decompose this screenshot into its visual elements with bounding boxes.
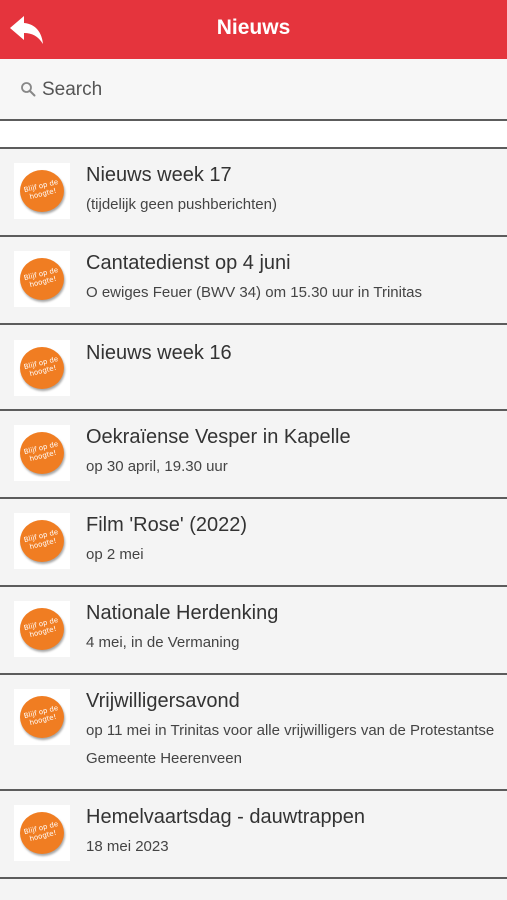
top-navigation-bar: Nieuws xyxy=(0,0,507,59)
badge-text: Blijf op de hoogte! xyxy=(23,178,59,202)
news-list-item[interactable]: Blijf op de hoogte! Nationale Herdenking 4… xyxy=(0,587,507,675)
blijf-op-de-hoogte-badge-icon: Blijf op de hoogte! xyxy=(20,696,64,738)
news-item-title: Hemelvaartsdag - dauwtrappen xyxy=(86,806,366,828)
news-item-subtitle: O ewiges Feuer (BWV 34) om 15.30 uur in … xyxy=(86,284,422,301)
news-list-item[interactable]: Blijf op de hoogte! Oekraïense Vesper in … xyxy=(0,411,507,499)
blijf-op-de-hoogte-badge-icon: Blijf op de hoogte! xyxy=(20,170,64,212)
badge-text: Blijf op de hoogte! xyxy=(23,704,59,728)
badge-text: Blijf op de hoogte! xyxy=(23,528,59,552)
news-list-item[interactable]: Blijf op de hoogte! Cantatedienst op 4 ju… xyxy=(0,237,507,325)
news-list: Blijf op de hoogte! Nieuws week 17 (tijdel… xyxy=(0,149,507,879)
news-item-subtitle: op 30 april, 19.30 uur xyxy=(86,458,228,475)
blijf-op-de-hoogte-badge-icon: Blijf op de hoogte! xyxy=(20,347,64,389)
page-title: Nieuws xyxy=(216,16,291,39)
list-header-spacer xyxy=(0,121,507,149)
news-thumbnail: Blijf op de hoogte! xyxy=(14,513,70,569)
badge-text: Blijf op de hoogte! xyxy=(23,440,59,464)
news-item-subtitle: op 2 mei xyxy=(86,546,144,563)
badge-text: Blijf op de hoogte! xyxy=(23,820,59,844)
blijf-op-de-hoogte-badge-icon: Blijf op de hoogte! xyxy=(20,608,64,650)
blijf-op-de-hoogte-badge-icon: Blijf op de hoogte! xyxy=(20,258,64,300)
badge-text: Blijf op de hoogte! xyxy=(23,266,59,290)
news-list-item[interactable]: Blijf op de hoogte! Film 'Rose' (2022) op … xyxy=(0,499,507,587)
news-item-title: Cantatedienst op 4 juni xyxy=(86,252,291,274)
news-item-title: Nieuws week 16 xyxy=(86,342,232,364)
news-item-title: Nationale Herdenking xyxy=(86,602,279,624)
news-item-subtitle: 18 mei 2023 xyxy=(86,838,169,855)
news-list-item[interactable]: Blijf op de hoogte! Hemelvaartsdag - dauw… xyxy=(0,791,507,879)
news-list-item[interactable]: Blijf op de hoogte! Nieuws week 17 (tijdel… xyxy=(0,149,507,237)
search-input[interactable] xyxy=(42,78,482,102)
news-thumbnail: Blijf op de hoogte! xyxy=(14,601,70,657)
news-thumbnail: Blijf op de hoogte! xyxy=(14,163,70,219)
badge-text: Blijf op de hoogte! xyxy=(23,355,59,379)
badge-text: Blijf op de hoogte! xyxy=(23,616,59,640)
news-item-subtitle: (tijdelijk geen pushberichten) xyxy=(86,196,277,213)
news-list-item[interactable]: Blijf op de hoogte! Vrijwilligersavond op … xyxy=(0,675,507,791)
news-item-title: Film 'Rose' (2022) xyxy=(86,514,248,536)
news-list-item[interactable]: Blijf op de hoogte! Nieuws week 16 xyxy=(0,325,507,411)
blijf-op-de-hoogte-badge-icon: Blijf op de hoogte! xyxy=(20,432,64,474)
news-thumbnail: Blijf op de hoogte! xyxy=(14,340,70,396)
blijf-op-de-hoogte-badge-icon: Blijf op de hoogte! xyxy=(20,520,64,562)
news-item-title: Nieuws week 17 xyxy=(86,164,232,186)
news-item-title: Oekraïense Vesper in Kapelle xyxy=(86,426,351,448)
news-thumbnail: Blijf op de hoogte! xyxy=(14,425,70,481)
news-thumbnail: Blijf op de hoogte! xyxy=(14,251,70,307)
search-icon xyxy=(21,82,36,97)
news-item-title: Vrijwilligersavond xyxy=(86,690,240,712)
news-thumbnail: Blijf op de hoogte! xyxy=(14,805,70,861)
blijf-op-de-hoogte-badge-icon: Blijf op de hoogte! xyxy=(20,812,64,854)
search-bar xyxy=(0,59,507,121)
news-thumbnail: Blijf op de hoogte! xyxy=(14,689,70,745)
news-item-subtitle: op 11 mei in Trinitas voor alle vrijwill… xyxy=(86,722,495,767)
news-item-subtitle: 4 mei, in de Vermaning xyxy=(86,634,240,651)
